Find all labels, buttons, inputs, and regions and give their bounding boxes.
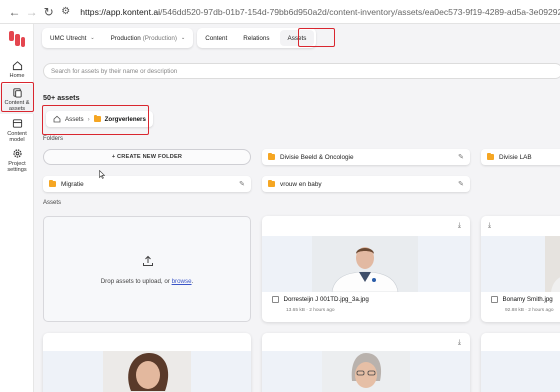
- environment-selector[interactable]: Production (Production) ⌄: [103, 28, 194, 48]
- folder-icon: [93, 114, 101, 122]
- url-path: /546dd520-97db-01b7-154d-79bb6d950a2d/co…: [160, 6, 560, 17]
- folder-item[interactable]: Divisie Beeld & Oncologie ✎: [262, 149, 470, 165]
- chevron-down-icon: ⌄: [181, 35, 186, 41]
- asset-meta: 13.65 kB · 2 hours ago: [286, 308, 335, 313]
- asset-meta: 92.88 kB · 2 hours ago: [505, 308, 554, 313]
- asset-thumbnail-photo: [322, 351, 410, 392]
- assets-heading: Assets: [43, 200, 62, 206]
- upload-suffix: .: [191, 278, 194, 285]
- left-navigation-rail: Home Content & assets Content model Proj…: [0, 24, 34, 392]
- upload-icon: [143, 255, 153, 266]
- breadcrumb-current: Zorgverleners: [104, 115, 146, 123]
- url-field[interactable]: https://app.kontent.ai/546dd520-97db-01b…: [80, 7, 560, 17]
- folder-name: Divisie LAB: [499, 153, 532, 161]
- browser-address-bar: ← → ↻ ⚙ https://app.kontent.ai/546dd520-…: [0, 0, 560, 24]
- project-selector[interactable]: UMC Utrecht ⌄: [42, 28, 103, 48]
- download-icon[interactable]: ⤓: [458, 222, 461, 230]
- folder-name: Migratie: [61, 180, 84, 188]
- rail-label-project-settings: Project settings: [7, 161, 27, 173]
- folder-item[interactable]: Migratie ✎: [43, 176, 251, 192]
- asset-card[interactable]: [43, 333, 251, 392]
- rail-item-content-assets[interactable]: Content & assets: [0, 84, 34, 114]
- home-icon: [12, 61, 22, 71]
- breadcrumb-root[interactable]: Assets: [65, 116, 84, 123]
- create-new-folder-button[interactable]: + CREATE NEW FOLDER: [43, 149, 251, 165]
- download-icon[interactable]: ⤓: [488, 222, 491, 230]
- tab-content-label: Content: [205, 34, 228, 42]
- content-model-icon: [12, 119, 22, 128]
- project-name: UMC Utrecht: [50, 34, 87, 42]
- folder-item[interactable]: Divisie LAB: [481, 149, 560, 165]
- rail-label-content-model: Content model: [7, 131, 27, 143]
- tab-assets[interactable]: Assets: [279, 30, 315, 46]
- home-icon[interactable]: [53, 115, 61, 123]
- asset-thumbnail-photo: [545, 236, 560, 292]
- environment-note: (Production): [142, 34, 178, 42]
- rail-label-home: Home: [9, 73, 25, 79]
- folder-item[interactable]: vrouw en baby ✎: [262, 176, 470, 192]
- edit-pencil-icon[interactable]: ✎: [239, 180, 245, 188]
- rail-item-project-settings[interactable]: Project settings: [0, 148, 34, 173]
- edit-pencil-icon[interactable]: ✎: [458, 180, 464, 188]
- chevron-right-icon: ›: [87, 115, 90, 123]
- reload-icon[interactable]: ↻: [40, 3, 57, 21]
- asset-checkbox[interactable]: [491, 296, 498, 303]
- back-arrow-icon[interactable]: ←: [6, 3, 23, 21]
- rail-item-content-model[interactable]: Content model: [0, 118, 34, 143]
- browse-link[interactable]: browse: [172, 278, 192, 285]
- tab-assets-label: Assets: [287, 34, 307, 42]
- upload-text: Drop assets to upload, or browse.: [44, 278, 250, 285]
- folder-icon: [49, 179, 56, 187]
- top-toolbar: UMC Utrecht ⌄ Production (Production) ⌄ …: [42, 28, 317, 48]
- chevron-down-icon: ⌄: [90, 35, 95, 41]
- folders-heading: Folders: [43, 136, 64, 142]
- folder-name: vrouw en baby: [280, 180, 322, 188]
- site-info-icon[interactable]: ⚙: [57, 3, 74, 21]
- environment-name: Production: [110, 34, 141, 42]
- project-environment-switcher: UMC Utrecht ⌄ Production (Production) ⌄: [42, 28, 194, 48]
- forward-arrow-icon[interactable]: →: [23, 3, 40, 21]
- tab-relations[interactable]: Relations: [235, 28, 277, 48]
- assets-count: 50+ assets: [43, 93, 80, 102]
- folder-name: Divisie Beeld & Oncologie: [280, 153, 354, 161]
- mouse-cursor-icon: [99, 170, 105, 179]
- search-placeholder: Search for assets by their name or descr…: [51, 67, 178, 75]
- rail-item-home[interactable]: Home: [0, 60, 34, 79]
- asset-card[interactable]: [481, 333, 560, 392]
- gear-icon: [12, 149, 22, 158]
- asset-card[interactable]: ⤓ Dorresteijn J 001TD.jpg_3a.jpg 13.65 k…: [262, 216, 470, 322]
- breadcrumb: Assets › Zorgverleners: [46, 111, 153, 127]
- asset-caption: Dorresteijn J 001TD.jpg_3a.jpg: [272, 296, 369, 303]
- kontent-logo-icon[interactable]: [8, 30, 26, 48]
- section-tabs: Content Relations Assets: [197, 28, 317, 48]
- tab-relations-label: Relations: [243, 34, 270, 42]
- edit-pencil-icon[interactable]: ✎: [458, 153, 464, 161]
- asset-card[interactable]: ⤓: [262, 333, 470, 392]
- upload-dropzone[interactable]: Drop assets to upload, or browse.: [43, 216, 251, 322]
- asset-caption: Bonamy Smith.jpg: [491, 296, 553, 303]
- upload-instruction: Drop assets to upload, or: [100, 278, 172, 285]
- asset-checkbox[interactable]: [272, 296, 279, 303]
- asset-name: Bonamy Smith.jpg: [502, 296, 553, 303]
- tab-content[interactable]: Content: [197, 28, 235, 48]
- asset-name: Dorresteijn J 001TD.jpg_3a.jpg: [283, 296, 369, 303]
- folder-icon: [268, 179, 275, 187]
- folder-icon: [487, 152, 494, 160]
- asset-card[interactable]: ⤓ Bonamy Smith.jpg 92.88 kB · 2 hours ag…: [481, 216, 560, 322]
- rail-label-content-assets: Content & assets: [4, 100, 30, 112]
- folder-icon: [268, 152, 275, 160]
- download-icon[interactable]: ⤓: [458, 339, 461, 347]
- search-input[interactable]: Search for assets by their name or descr…: [43, 63, 560, 79]
- content-assets-icon: [12, 88, 22, 98]
- asset-thumbnail-photo: [312, 236, 418, 292]
- asset-thumbnail-photo: [103, 351, 191, 392]
- asset-thumbnail-bg: [481, 351, 560, 392]
- url-host: https://app.kontent.ai: [80, 6, 161, 17]
